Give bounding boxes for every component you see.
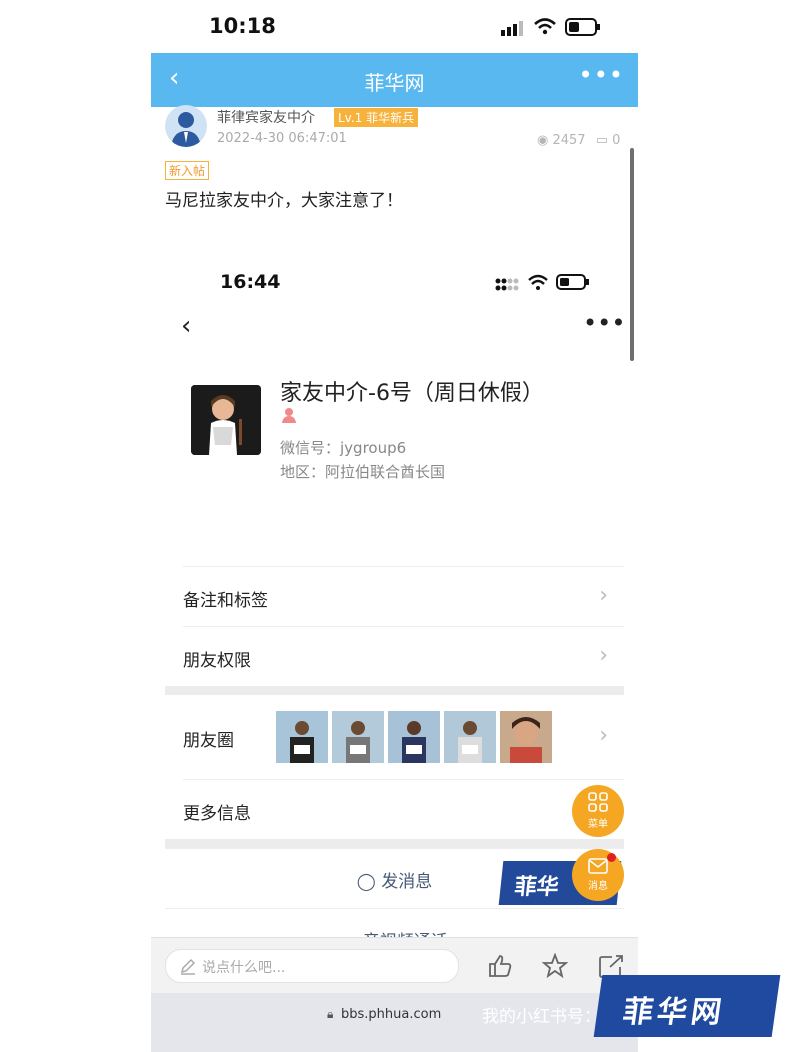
chevron-left-icon[interactable]: ‹ [181,311,191,341]
chevron-right-icon: › [599,583,608,608]
xiaohongshu-watermark: 我的小红书号： [482,1007,601,1027]
message-fab-label: 消息 [588,881,608,892]
row-label: 更多信息 [183,804,251,824]
more-horizontal-icon[interactable]: ••• [579,61,624,89]
wifi-icon [528,274,548,290]
chevron-right-icon: › [599,723,608,748]
view-count: 2457 [552,133,586,148]
thumbs-up-icon[interactable] [487,953,513,979]
new-post-tag: 新入帖 [165,161,210,180]
embedded-status-time: 16:44 [220,271,281,293]
row-remarks-tags[interactable]: 备注和标签 › [183,566,624,627]
watermark-text: 菲华 [513,875,560,900]
app-screen: ‹ 菲华网 ••• 菲律宾家友中介 Lv.1 菲华新兵 2022-4-30 06… [151,53,638,1052]
avatar[interactable] [165,105,207,147]
battery-icon [565,18,600,36]
pencil-icon [180,958,196,975]
wifi-icon [534,18,556,35]
region: 地区：阿拉伯联合酋长国 [280,463,446,481]
section-divider [165,686,624,695]
status-time: 10:18 [209,14,276,38]
scrollbar[interactable] [630,148,634,361]
send-message-label: 发消息 [381,872,433,892]
lock-icon: 🔒︎ [327,1007,334,1021]
message-fab[interactable]: 消息 [572,849,624,901]
grid-icon [588,792,608,812]
row-label: 备注和标签 [183,591,268,611]
row-moments[interactable]: 朋友圈 › [183,695,624,779]
post-title: 马尼拉家友中介，大家注意了！ [165,191,403,211]
moments-thumbnails [276,711,556,763]
comment-count: 0 [612,133,621,148]
more-horizontal-icon[interactable]: ••• [583,309,624,337]
notification-dot [607,853,616,862]
moment-photo [444,711,496,763]
level-badge: Lv.1 菲华新兵 [334,108,419,127]
profile-avatar[interactable] [191,385,261,455]
eye-icon: ◉ [537,133,549,148]
comment-icon: ▭ [595,133,609,148]
row-more-info[interactable]: 更多信息 › [183,779,624,840]
post-stats: ◉ 2457 ▭ 0 [537,133,620,148]
row-label: 朋友圈 [183,731,234,751]
chevron-right-icon: › [599,643,608,668]
gender-icon [282,408,296,423]
menu-fab[interactable]: 菜单 [572,785,624,837]
row-friend-permissions[interactable]: 朋友权限 › [183,626,624,687]
signal-icon [495,278,519,291]
watermark-logo: 菲华网 [593,975,781,1037]
url-text[interactable]: bbs.phhua.com [341,1007,441,1022]
comment-placeholder: 说点什么吧... [202,960,286,976]
post-date: 2022-4-30 06:47:01 [217,131,347,146]
envelope-icon [588,858,608,874]
section-divider [165,839,624,848]
signal-icon [501,21,523,36]
comment-input[interactable]: 说点什么吧... [165,949,459,983]
moment-photo [388,711,440,763]
star-icon[interactable] [542,953,568,979]
moment-photo [276,711,328,763]
moment-photo [332,711,384,763]
author-name[interactable]: 菲律宾家友中介 [217,107,315,127]
page-title: 菲华网 [364,71,425,95]
menu-fab-label: 菜单 [588,819,608,830]
top-bar: ‹ 菲华网 ••• [151,53,638,107]
moment-photo [500,711,552,763]
watermark-logo-text: 菲华网 [620,995,728,1030]
row-label: 朋友权限 [183,651,251,671]
chat-bubble-icon: ◯ [356,872,376,892]
wechat-id: 微信号：jygroup6 [280,439,407,457]
profile-name: 家友中介-6号（周日休假） [280,381,544,406]
battery-icon [556,274,589,290]
